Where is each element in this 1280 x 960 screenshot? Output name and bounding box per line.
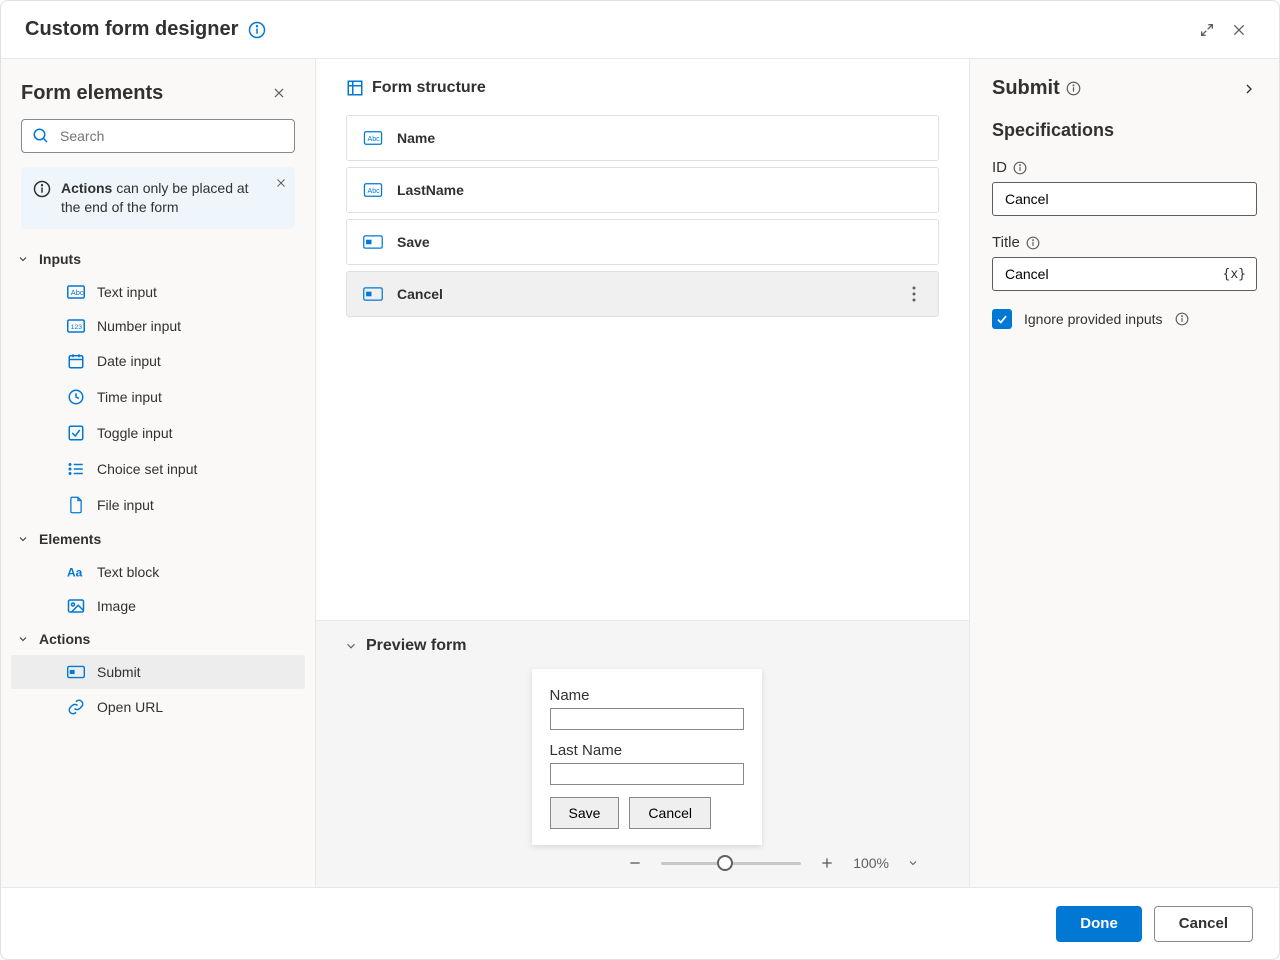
- zoom-in-icon[interactable]: [819, 855, 835, 871]
- ignore-inputs-checkbox[interactable]: [992, 309, 1012, 329]
- search-input[interactable]: [21, 119, 295, 153]
- submit-icon: [67, 665, 85, 679]
- text-icon: Aa: [67, 564, 85, 580]
- calendar-icon: [67, 352, 85, 370]
- image-icon: [67, 598, 85, 614]
- item-number-input[interactable]: 123 Number input: [11, 309, 305, 343]
- id-input[interactable]: [992, 182, 1257, 216]
- preview-save-button[interactable]: Save: [550, 797, 620, 829]
- zoom-out-icon[interactable]: [627, 855, 643, 871]
- svg-text:Abc: Abc: [368, 188, 381, 195]
- done-button[interactable]: Done: [1056, 906, 1142, 942]
- expression-icon[interactable]: {x}: [1223, 267, 1246, 282]
- expand-icon[interactable]: [1191, 14, 1223, 46]
- info-icon[interactable]: [1013, 161, 1027, 175]
- info-banner: Actions can only be placed at the end of…: [21, 167, 295, 229]
- category-elements[interactable]: Elements: [11, 523, 305, 555]
- category-inputs[interactable]: Inputs: [11, 243, 305, 275]
- structure-item-save[interactable]: Save: [346, 219, 939, 265]
- preview-card: Name Last Name Save Cancel: [532, 669, 762, 845]
- specifications-title: Specifications: [992, 120, 1257, 141]
- text-input-icon: Abc: [363, 131, 383, 145]
- zoom-level: 100%: [853, 855, 889, 871]
- id-label: ID: [992, 159, 1007, 176]
- preview-label-name: Name: [550, 687, 744, 704]
- structure-item-lastname[interactable]: Abc LastName: [346, 167, 939, 213]
- item-choice-set-input[interactable]: Choice set input: [11, 451, 305, 487]
- text-input-icon: Abc: [363, 183, 383, 197]
- preview-cancel-button[interactable]: Cancel: [629, 797, 711, 829]
- preview-form-title: Preview form: [366, 637, 466, 655]
- preview-input-name[interactable]: [550, 708, 744, 730]
- info-icon[interactable]: [248, 21, 266, 39]
- category-actions[interactable]: Actions: [11, 623, 305, 655]
- item-image[interactable]: Image: [11, 589, 305, 623]
- dialog-title: Custom form designer: [25, 18, 238, 41]
- preview-input-lastname[interactable]: [550, 763, 744, 785]
- cancel-button[interactable]: Cancel: [1154, 906, 1253, 942]
- close-icon[interactable]: [1223, 14, 1255, 46]
- chevron-down-icon: [17, 253, 29, 265]
- properties-title: Submit: [992, 77, 1060, 100]
- form-structure-title: Form structure: [372, 79, 486, 97]
- search-icon: [32, 127, 50, 145]
- structure-item-cancel[interactable]: Cancel: [346, 271, 939, 317]
- chevron-down-icon: [17, 633, 29, 645]
- submit-icon: [363, 235, 383, 249]
- file-icon: [67, 496, 85, 514]
- close-panel-icon[interactable]: [263, 77, 295, 109]
- item-text-block[interactable]: Aa Text block: [11, 555, 305, 589]
- form-structure-icon: [346, 79, 364, 97]
- chevron-down-icon[interactable]: [344, 639, 358, 653]
- title-input[interactable]: {x}: [992, 257, 1257, 291]
- dismiss-banner-icon[interactable]: [275, 177, 287, 189]
- item-text-input[interactable]: Abc Text input: [11, 275, 305, 309]
- link-icon: [67, 698, 85, 716]
- item-file-input[interactable]: File input: [11, 487, 305, 523]
- clock-icon: [67, 388, 85, 406]
- structure-item-name[interactable]: Abc Name: [346, 115, 939, 161]
- checkbox-icon: [67, 424, 85, 442]
- submit-icon: [363, 287, 383, 301]
- svg-text:123: 123: [71, 324, 83, 331]
- item-toggle-input[interactable]: Toggle input: [11, 415, 305, 451]
- form-elements-title: Form elements: [21, 82, 263, 105]
- item-date-input[interactable]: Date input: [11, 343, 305, 379]
- svg-text:Abc: Abc: [71, 288, 84, 297]
- info-icon[interactable]: [1026, 236, 1040, 250]
- item-submit[interactable]: Submit: [11, 655, 305, 689]
- chevron-down-icon[interactable]: [907, 857, 919, 869]
- item-time-input[interactable]: Time input: [11, 379, 305, 415]
- svg-text:Abc: Abc: [368, 136, 381, 143]
- info-icon[interactable]: [1175, 312, 1189, 326]
- zoom-slider[interactable]: [661, 862, 801, 865]
- info-icon: [33, 180, 51, 198]
- info-icon[interactable]: [1066, 81, 1081, 96]
- chevron-right-icon[interactable]: [1241, 81, 1257, 97]
- chevron-down-icon: [17, 533, 29, 545]
- preview-label-lastname: Last Name: [550, 742, 744, 759]
- svg-text:Aa: Aa: [67, 565, 83, 579]
- text-input-icon: Abc: [67, 285, 85, 299]
- ignore-inputs-label: Ignore provided inputs: [1024, 311, 1163, 327]
- list-icon: [67, 460, 85, 478]
- item-open-url[interactable]: Open URL: [11, 689, 305, 725]
- more-icon[interactable]: [906, 280, 922, 308]
- title-label: Title: [992, 234, 1020, 251]
- number-input-icon: 123: [67, 319, 85, 333]
